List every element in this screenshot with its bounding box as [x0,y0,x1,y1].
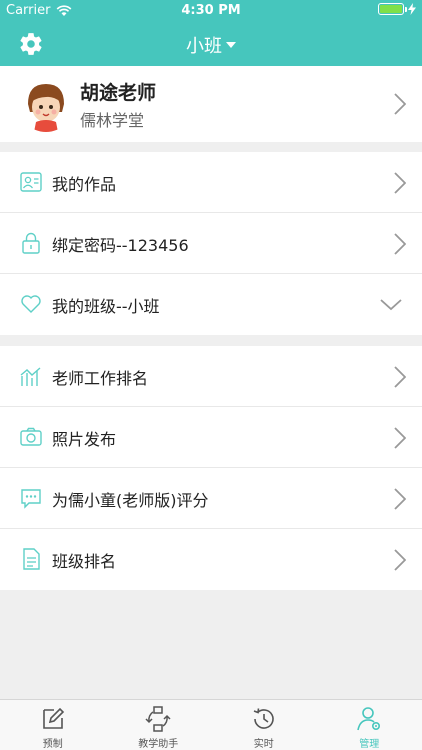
menu-group-2: 老师工作排名 照片发布 为儒小童(老师版)评分 班级排名 [0,346,422,590]
heart-icon [21,295,41,313]
chevron-right-icon [394,172,406,194]
menu-item-photo-publish[interactable]: 照片发布 [0,407,422,468]
teacher-avatar-icon [18,76,74,132]
menu-item-label: 为儒小童(老师版)评分 [52,491,209,510]
tab-teaching-assistant[interactable]: 教学助手 [106,700,212,750]
class-selector[interactable]: 小班 [0,32,422,58]
menu-item-bind-password[interactable]: 绑定密码--123456 [0,213,422,274]
nav-bar: 小班 [0,22,422,66]
menu-item-my-works[interactable]: 我的作品 [0,152,422,213]
lock-icon [22,232,40,254]
chat-icon [21,489,41,509]
sync-icon [145,706,171,732]
menu-item-label: 照片发布 [52,430,117,449]
menu-item-class-ranking[interactable]: 班级排名 [0,529,422,590]
status-right [378,3,416,15]
tab-manage[interactable]: 管理 [317,700,422,750]
user-settings-icon [357,707,381,731]
class-name: 小班 [186,36,222,57]
menu-item-teacher-ranking[interactable]: 老师工作排名 [0,346,422,407]
camera-icon [20,427,42,446]
id-card-icon [20,172,42,192]
profile-row[interactable]: 胡途老师 儒林学堂 [0,66,422,142]
tab-bar: 预制 教学助手 实时 管理 [0,699,422,750]
menu-group-1: 我的作品 绑定密码--123456 我的班级--小班 [0,152,422,335]
caret-down-icon [226,42,236,48]
status-time: 4:30 PM [181,3,241,18]
tab-preset[interactable]: 预制 [0,700,106,750]
document-icon [23,548,40,570]
menu-item-my-class[interactable]: 我的班级--小班 [0,274,422,335]
menu-item-label: 我的作品 [52,175,117,194]
tab-label: 实时 [253,739,274,750]
chevron-right-icon [394,366,406,388]
history-icon [253,708,274,729]
chevron-right-icon [394,488,406,510]
battery-icon [378,3,407,15]
menu-item-label: 班级排名 [52,552,117,571]
menu-item-rate-app[interactable]: 为儒小童(老师版)评分 [0,468,422,529]
tab-label: 预制 [42,739,63,750]
menu-item-label: 老师工作排名 [52,369,149,388]
chevron-right-icon [394,427,406,449]
avatar [18,76,74,132]
school-name: 儒林学堂 [80,111,145,130]
tab-label: 管理 [359,739,380,750]
chevron-right-icon [394,93,406,115]
edit-icon [42,707,64,729]
tab-label: 教学助手 [138,739,179,750]
chart-icon [20,367,41,386]
chevron-right-icon [394,233,406,255]
app-header: Carrier 4:30 PM 小班 [0,0,422,66]
chevron-down-icon[interactable] [380,299,402,311]
charging-icon [408,3,416,15]
menu-item-label: 绑定密码--123456 [52,236,189,255]
menu-item-label: 我的班级--小班 [52,297,160,316]
teacher-name: 胡途老师 [80,82,157,104]
tab-realtime[interactable]: 实时 [211,700,317,750]
status-bar: Carrier 4:30 PM [0,0,422,22]
chevron-right-icon [394,549,406,571]
